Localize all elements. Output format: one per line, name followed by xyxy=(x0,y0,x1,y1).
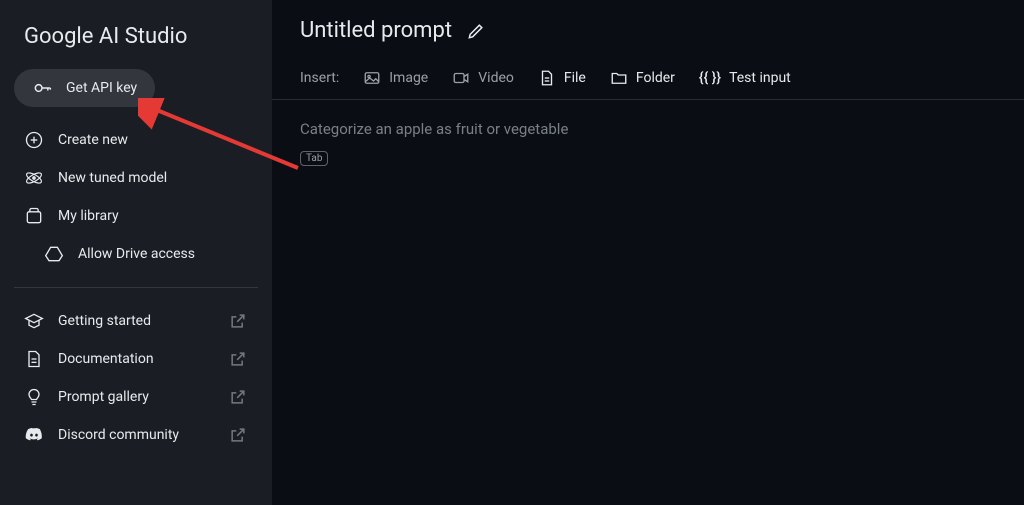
insert-image-button[interactable]: Image xyxy=(363,69,428,87)
sidebar-item-discord-community[interactable]: Discord community xyxy=(14,416,258,454)
insert-test-input-button[interactable]: {{ }} Test input xyxy=(699,70,791,86)
atom-icon xyxy=(24,168,44,188)
library-icon xyxy=(24,206,44,226)
external-link-icon xyxy=(228,349,248,369)
external-link-icon xyxy=(228,387,248,407)
insert-image-label: Image xyxy=(389,70,428,86)
get-api-key-label: Get API key xyxy=(66,80,137,96)
lightbulb-icon xyxy=(24,387,44,407)
sidebar-item-label: Create new xyxy=(58,132,128,148)
sidebar-item-label: My library xyxy=(58,208,119,224)
main-area: Untitled prompt Insert: Image xyxy=(272,0,1024,505)
app-logo: Google AI Studio xyxy=(14,18,258,69)
prompt-placeholder: Categorize an apple as fruit or vegetabl… xyxy=(300,120,996,138)
key-icon xyxy=(32,78,52,98)
sidebar-item-label: Discord community xyxy=(58,427,179,443)
file-icon xyxy=(538,69,556,87)
sidebar-item-getting-started[interactable]: Getting started xyxy=(14,302,258,340)
folder-icon xyxy=(610,69,628,87)
image-icon xyxy=(363,69,381,87)
sidebar-item-label: Allow Drive access xyxy=(78,246,195,262)
external-link-icon xyxy=(228,425,248,445)
external-link-icon xyxy=(228,311,248,331)
insert-video-button[interactable]: Video xyxy=(452,69,514,87)
insert-test-input-label: Test input xyxy=(729,70,791,86)
plus-circle-icon xyxy=(24,130,44,150)
brackets-icon: {{ }} xyxy=(699,70,721,86)
sidebar-item-allow-drive-access[interactable]: Allow Drive access xyxy=(14,235,258,273)
discord-icon xyxy=(24,425,44,445)
sidebar: Google AI Studio Get API key Create new xyxy=(0,0,272,505)
get-api-key-button[interactable]: Get API key xyxy=(14,69,155,107)
sidebar-item-new-tuned-model[interactable]: New tuned model xyxy=(14,159,258,197)
insert-toolbar: Insert: Image Video xyxy=(272,57,1024,100)
nav-divider xyxy=(14,287,258,288)
insert-file-button[interactable]: File xyxy=(538,69,586,87)
sidebar-item-label: New tuned model xyxy=(58,170,167,186)
tab-hint-badge: Tab xyxy=(300,151,328,166)
insert-label: Insert: xyxy=(300,70,339,86)
sidebar-item-prompt-gallery[interactable]: Prompt gallery xyxy=(14,378,258,416)
sidebar-item-label: Prompt gallery xyxy=(58,389,149,405)
video-icon xyxy=(452,69,470,87)
sidebar-item-label: Getting started xyxy=(58,313,151,329)
page-header: Untitled prompt xyxy=(272,0,1024,57)
sidebar-item-documentation[interactable]: Documentation xyxy=(14,340,258,378)
sidebar-item-create-new[interactable]: Create new xyxy=(14,121,258,159)
graduation-cap-icon xyxy=(24,311,44,331)
prompt-input-area[interactable]: Categorize an apple as fruit or vegetabl… xyxy=(272,100,1024,186)
page-title: Untitled prompt xyxy=(300,18,452,43)
edit-pencil-icon[interactable] xyxy=(466,21,486,41)
drive-icon xyxy=(44,244,64,264)
insert-file-label: File xyxy=(564,70,586,86)
insert-folder-button[interactable]: Folder xyxy=(610,69,675,87)
insert-folder-label: Folder xyxy=(636,70,675,86)
sidebar-item-my-library[interactable]: My library xyxy=(14,197,258,235)
insert-video-label: Video xyxy=(478,70,514,86)
document-icon xyxy=(24,349,44,369)
sidebar-item-label: Documentation xyxy=(58,351,154,367)
